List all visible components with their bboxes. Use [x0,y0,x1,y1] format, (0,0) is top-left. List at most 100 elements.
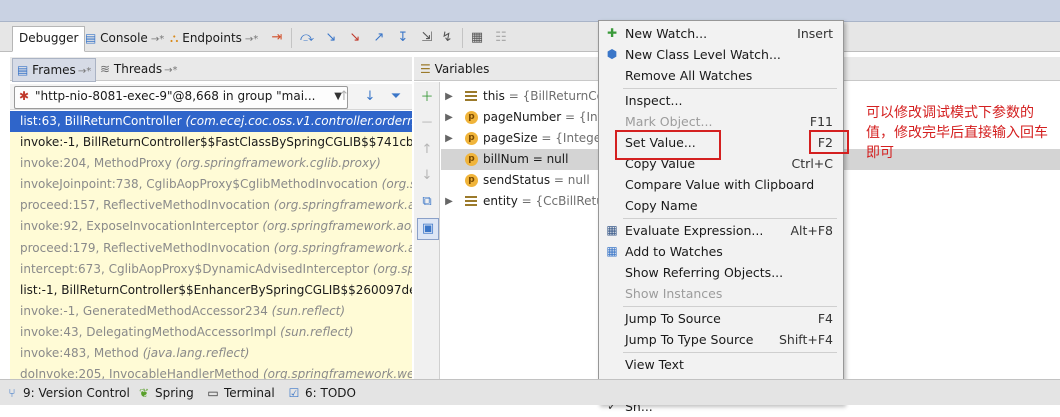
force-step-into-icon[interactable]: ↘ [346,29,364,47]
variable-name: entity [483,194,518,208]
toolbar-separator [462,28,463,48]
frame-row[interactable]: proceed:179, ReflectiveMethodInvocation … [10,238,412,259]
status-bar: ⑂ 9: Version Control ❦ Spring ▭ Terminal ☑ 6… [0,379,1060,405]
frames-icon: ▤ [17,63,29,77]
menu-item-compare-value-with-clipboard[interactable]: Compare Value with Clipboard [599,174,843,195]
todo-icon: ☑ [288,386,300,400]
menu-separator [623,218,837,219]
frame-row[interactable]: invoke:-1, BillReturnController$$FastCla… [10,132,412,153]
expand-arrow-icon[interactable]: ▶ [443,191,455,212]
endpoints-icon: ⛬ [170,31,179,45]
menu-item-label: Compare Value with Clipboard [625,177,815,192]
menu-item-show-instances[interactable]: Show Instances [599,283,843,304]
subtab-threads[interactable]: ≋ Threads →* [96,58,182,80]
toolbar-separator [291,28,292,48]
menu-item-inspect[interactable]: Inspect... [599,90,843,111]
frame-row[interactable]: invokeJoinpoint:738, CglibAopProxy$Cglib… [10,174,412,195]
frame-package: (sun.reflect) [280,324,354,339]
menu-item-label: Jump To Source [625,311,721,326]
expand-arrow-icon[interactable]: ▶ [443,107,455,128]
step-into-icon[interactable]: ↘ [322,29,340,47]
frame-package: (com.ecej.coc.oss.v1.controller.orderman… [185,114,412,128]
previous-frame-icon[interactable]: ↑ [334,87,354,107]
menu-item-evaluate-expression[interactable]: ▦ Evaluate Expression... Alt+F8 [599,220,843,241]
menu-item-remove-all-watches[interactable]: Remove All Watches [599,65,843,86]
status-version-control[interactable]: ⑂ 9: Version Control [4,383,129,403]
show-execution-point-icon[interactable]: ⇥ [268,29,286,47]
expand-arrow-icon[interactable]: ▶ [443,128,455,149]
frame-row[interactable]: intercept:673, CglibAopProxy$DynamicAdvi… [10,259,412,280]
tab-debugger[interactable]: Debugger [12,26,86,52]
variable-name: this [483,89,505,103]
field-icon [465,91,477,102]
context-menu: ✚ New Watch... Insert ⬢ New Class Level Watc… [598,20,844,414]
frame-row[interactable]: invoke:-1, GeneratedMethodAccessor234 (s… [10,301,412,322]
menu-item-label: Show Referring Objects... [625,265,784,280]
frame-row[interactable]: doInvoke:205, InvocableHandlerMethod (or… [10,364,412,379]
filter-icon[interactable]: ⏷ [386,87,406,107]
tab-endpoints[interactable]: ⛬ Endpoints →* [163,26,265,52]
frame-row[interactable]: invoke:483, Method (java.lang.reflect) [10,343,412,364]
menu-item-jump-to-type-source[interactable]: Jump To Type Source Shift+F4 [599,329,843,350]
frame-method: invoke:-1, BillReturnController$$FastCla… [20,135,412,150]
console-icon: ▤ [85,31,97,45]
trace-icon[interactable]: ☷ [492,29,510,47]
menu-item-view-text[interactable]: View Text [599,354,843,375]
frame-package: (org.springframework.aop [273,240,412,255]
menu-separator [623,352,837,353]
subtab-frames[interactable]: ▤ Frames →* [12,58,97,82]
menu-item-mark-object[interactable]: Mark Object... F11 [599,111,843,132]
calculator-icon: ▦ [606,223,618,237]
menu-item-copy-name[interactable]: Copy Name [599,195,843,216]
frames-list: list:63, BillReturnController (com.ecej.… [10,111,412,379]
frame-row[interactable]: list:63, BillReturnController (com.ecej.… [10,111,412,133]
menu-item-new-class-level-watch[interactable]: ⬢ New Class Level Watch... [599,44,843,65]
variables-icon: ☰ [420,62,431,76]
menu-item-jump-to-source[interactable]: Jump To Source F4 [599,308,843,329]
move-down-icon[interactable]: ↓ [417,166,437,186]
remove-watch-icon[interactable]: － [417,114,437,134]
drop-frame-icon[interactable]: ↧ [394,29,412,47]
frame-row[interactable]: list:-1, BillReturnController$$EnhancerB… [10,280,412,301]
variable-text: entity = {CcBillRetur [483,191,609,212]
frame-row[interactable]: invoke:92, ExposeInvocationInterceptor (… [10,216,412,237]
menu-item-label: View Text [625,357,684,372]
force-run-to-cursor-icon[interactable]: ↯ [438,29,456,47]
frame-method: invoke:-1, GeneratedMethodAccessor234 [20,303,272,318]
menu-item-show-referring-objects[interactable]: Show Referring Objects... [599,262,843,283]
menu-item-label: New Class Level Watch... [625,47,781,62]
frame-row[interactable]: invoke:43, DelegatingMethodAccessorImpl … [10,322,412,343]
expand-arrow-icon[interactable]: ▶ [443,86,455,107]
evaluate-expression-icon[interactable]: ▦ [468,29,486,47]
run-to-cursor-icon[interactable]: ⇲ [418,29,436,47]
status-spring[interactable]: ❦ Spring [136,383,194,403]
parameter-icon: p [465,174,478,187]
menu-item-shortcut: Ctrl+C [791,156,833,171]
frame-method: invokeJoinpoint:738, CglibAopProxy$Cglib… [20,177,382,192]
move-up-icon[interactable]: ↑ [417,140,437,160]
frame-row[interactable]: proceed:157, ReflectiveMethodInvocation … [10,195,412,216]
tab-console[interactable]: ▤ Console →* [78,26,171,52]
menu-item-shortcut: Insert [797,26,833,41]
status-todo[interactable]: ☑ 6: TODO [286,383,356,403]
frame-package: (sun.reflect) [271,303,346,318]
field-icon [465,196,477,207]
class-watch-icon: ⬢ [606,47,618,61]
frame-package: (org.spri [372,261,412,276]
show-watches-icon[interactable]: ▣ [417,218,439,240]
threads-icon: ≋ [100,62,111,76]
step-over-icon[interactable]: ⤼ [298,29,316,47]
copy-icon[interactable]: ⧉ [417,192,437,212]
frame-package: (org.springframework.aop [273,198,412,213]
step-out-icon[interactable]: ↗ [370,29,388,47]
next-frame-icon[interactable]: ↓ [360,87,380,107]
menu-item-add-to-watches[interactable]: ▦ Add to Watches [599,241,843,262]
variables-toolbar: ＋ － ↑ ↓ ⧉ ▣ [414,82,440,379]
new-watch-icon[interactable]: ＋ [417,88,437,108]
menu-item-new-watch[interactable]: ✚ New Watch... Insert [599,23,843,44]
status-terminal[interactable]: ▭ Terminal [205,383,274,403]
terminal-icon: ▭ [207,386,219,400]
f2-shortcut-highlight [809,130,849,154]
thread-dropdown[interactable]: ✱ "http-nio-8081-exec-9"@8,668 in group … [14,86,348,109]
frame-row[interactable]: invoke:204, MethodProxy (org.springframe… [10,153,412,174]
